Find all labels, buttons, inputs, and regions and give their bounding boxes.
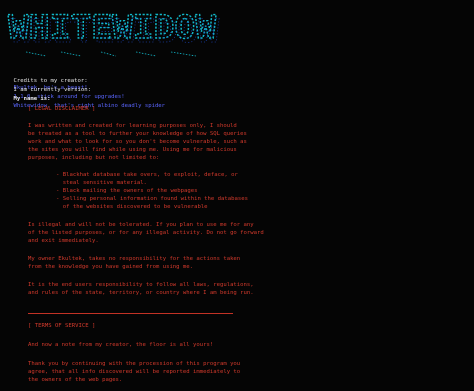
disclaimer-bullet: - Black mailing the owners of the webpag…	[56, 188, 198, 194]
section-divider	[28, 313, 233, 314]
terminal-window: WHITEWIDOW WHITEWIDOW Credits to my crea…	[0, 0, 474, 391]
disclaimer-para1-line: be treated as a tool to further your kno…	[28, 131, 247, 137]
name-label: My name is:	[13, 96, 51, 102]
ascii-art-banner: WHITEWIDOW WHITEWIDOW	[7, 7, 220, 57]
disclaimer-para2-line: and exit immediately.	[28, 238, 99, 244]
disclaimer-para3-line: from the knowledge you have gained from …	[28, 264, 194, 270]
banner-underline	[25, 51, 197, 57]
disclaimer-para1-line: purposes, including but not limited to:	[28, 155, 160, 161]
disclaimer-para4-line: and rules of the state, territory, or co…	[28, 290, 254, 296]
disclaimer-bullet: of the websites discovered to be vulnera…	[56, 204, 208, 210]
disclaimer-bullet: - Blackhat database take overs, to explo…	[56, 172, 238, 178]
terms-para-line: Thank you by continuing with the process…	[28, 361, 241, 367]
terms-para-line: agree, that all info discovered will be …	[28, 369, 241, 375]
terms-header: [ TERMS OF SERVICE ]	[28, 323, 96, 329]
disclaimer-para1-line: the sites you will find while using me. …	[28, 147, 237, 153]
disclaimer-bullet: steal sensitive material.	[56, 180, 147, 186]
terms-intro: And now a note from my creator, the floo…	[28, 342, 214, 348]
disclaimer-para3-line: My owner Ekultek, takes no responsibilit…	[28, 256, 241, 262]
disclaimer-para4-line: It is the end users responsibility to fo…	[28, 282, 254, 288]
disclaimer-para1-line: I was written and created for learning p…	[28, 123, 237, 129]
terms-para-line: the owners of the web pages.	[28, 377, 123, 383]
disclaimer-para1-line: work and what to look for so you don't b…	[28, 139, 247, 145]
disclaimer-bullet: - Selling personal information found wit…	[56, 196, 248, 202]
disclaimer-para2-line: of the listed purposes, or for any illeg…	[28, 230, 264, 236]
disclaimer-para2-line: Is illegal and will not be tolerated. If…	[28, 222, 254, 228]
banner-shadow: WHITEWIDOW	[11, 12, 220, 50]
disclaimer-header: [ LEGAL DISCLAIMER ]	[28, 106, 96, 112]
